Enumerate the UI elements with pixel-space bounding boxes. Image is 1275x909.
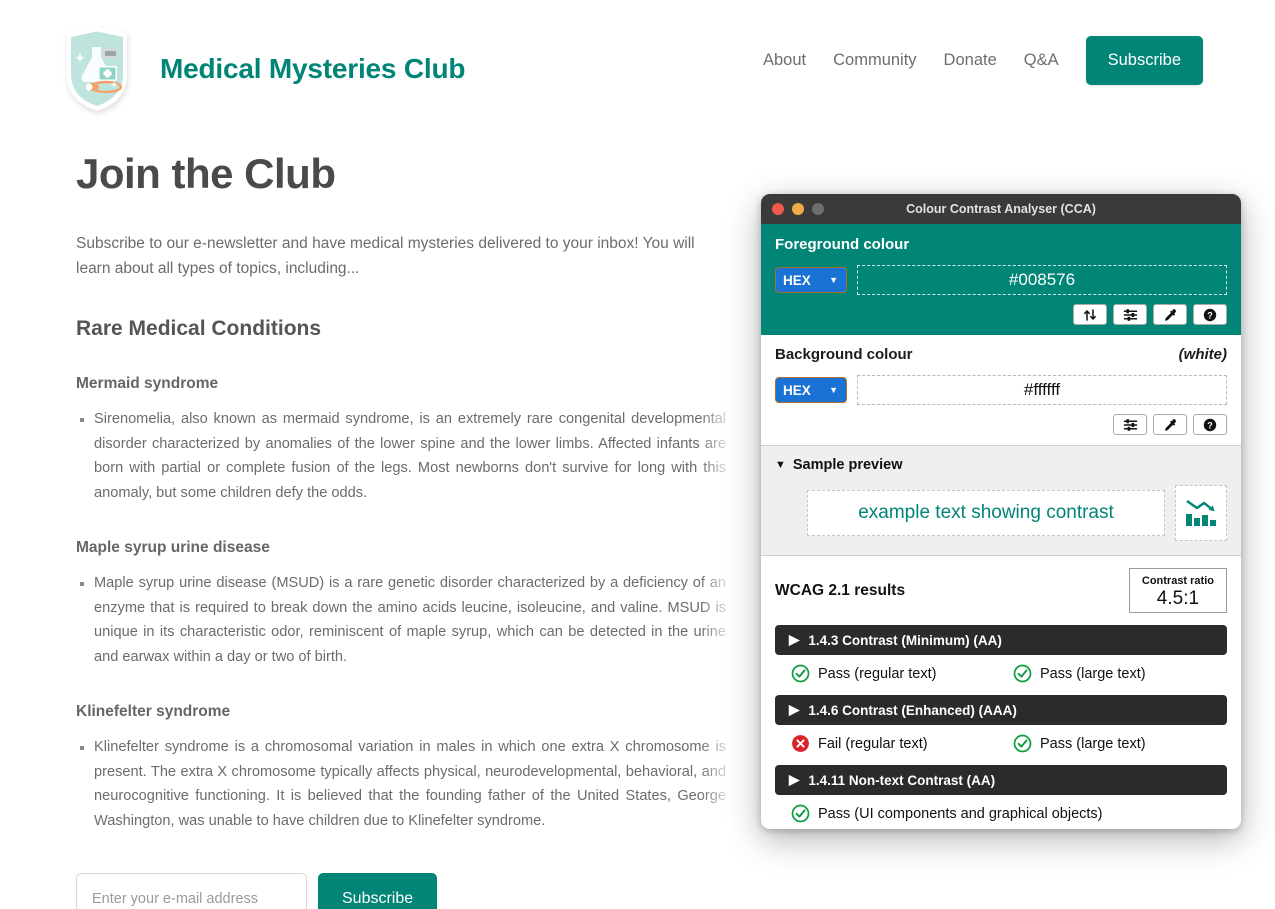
sliders-icon[interactable] [1113,414,1147,435]
medical-shield-logo-icon [62,25,132,113]
sliders-icon[interactable] [1113,304,1147,325]
triangle-down-icon: ▼ [775,459,786,471]
pass-check-icon [1013,664,1032,683]
background-label: Background colour [775,346,913,363]
result-label: Pass (large text) [1040,665,1146,682]
foreground-format-select-wrap: HEX ▼ [775,267,847,293]
background-format-select-wrap: HEX ▼ [775,377,847,403]
nav-link-about[interactable]: About [763,51,806,70]
page-lede: Subscribe to our e-newsletter and have m… [76,235,695,278]
result-label: Pass (UI components and graphical object… [818,805,1103,822]
result-label: Pass (large text) [1040,735,1146,752]
pass-check-icon [791,664,810,683]
background-panel: Background colour (white) HEX ▼ #ffffff … [761,335,1241,446]
main-nav: About Community Donate Q&A Subscribe [763,36,1203,85]
result-item: Pass (large text) [1013,664,1146,683]
nav-subscribe-button[interactable]: Subscribe [1085,36,1203,85]
sample-preview-row: example text showing contrast [807,485,1227,541]
cca-window-title: Colour Contrast Analyser (CCA) [906,202,1096,216]
triangle-right-icon: ▶ [789,702,800,717]
nav-link-qa[interactable]: Q&A [1024,51,1059,70]
cca-window[interactable]: Colour Contrast Analyser (CCA) Foregroun… [761,194,1241,829]
condition-list-msud: Maple syrup urine disease (MSUD) is a ra… [76,571,726,669]
sample-text: example text showing contrast [807,490,1165,536]
criterion-146-label: 1.4.6 Contrast (Enhanced) (AAA) [808,702,1017,718]
background-hex-input[interactable] [857,375,1227,405]
newsletter-form: Subscribe [76,873,726,909]
brand[interactable]: Medical Mysteries Club [62,25,465,113]
bar-chart-down-icon [1175,485,1227,541]
cca-titlebar[interactable]: Colour Contrast Analyser (CCA) [761,194,1241,224]
criterion-146-results: Fail (regular text) Pass (large text) [775,734,1227,753]
criterion-1411-label: 1.4.11 Non-text Contrast (AA) [808,772,996,788]
criterion-143-header[interactable]: ▶ 1.4.3 Contrast (Minimum) (AA) [775,625,1227,655]
contrast-ratio-label: Contrast ratio [1141,575,1214,587]
results-title: WCAG 2.1 results [775,581,906,599]
foreground-input-row: HEX ▼ [775,265,1227,295]
result-item: Fail (regular text) [791,734,1013,753]
help-icon[interactable]: ? [1193,414,1227,435]
background-input-row: HEX ▼ [775,375,1227,405]
list-item: Sirenomelia, also known as mermaid syndr… [94,407,726,505]
eyedropper-icon[interactable] [1153,304,1187,325]
brand-title: Medical Mysteries Club [160,53,466,84]
result-item: Pass (large text) [1013,734,1146,753]
list-item: Klinefelter syndrome is a chromosomal va… [94,735,726,833]
pass-check-icon [1013,734,1032,753]
swap-colours-icon[interactable] [1073,304,1107,325]
background-format-select[interactable]: HEX [775,377,847,403]
foreground-panel: Foreground colour HEX ▼ #008576 ? [761,224,1241,335]
result-label: Pass (regular text) [818,665,937,682]
sample-preview-disclosure[interactable]: ▼ Sample preview [775,457,1227,473]
contrast-ratio-value: 4.5:1 [1156,588,1200,609]
condition-title-mermaid: Mermaid syndrome [76,375,219,393]
page-title: Join the Club [76,150,336,197]
nav-link-donate[interactable]: Donate [944,51,997,70]
background-colour-name: (white) [1178,346,1227,363]
sample-preview-label: Sample preview [792,457,903,473]
condition-title-msud: Maple syrup urine disease [76,539,270,557]
svg-text:?: ? [1207,310,1213,320]
condition-title-klinefelter: Klinefelter syndrome [76,703,231,721]
section-title: Rare Medical Conditions [76,317,322,341]
main-content: Join the Club Subscribe to our e-newslet… [76,150,726,909]
foreground-buttons: ? [775,304,1227,325]
background-header: Background colour (white) [775,346,1227,363]
contrast-ratio-box: Contrast ratio 4.5:1 [1128,568,1227,613]
criterion-143-results: Pass (regular text) Pass (large text) [775,664,1227,683]
criterion-146-header[interactable]: ▶ 1.4.6 Contrast (Enhanced) (AAA) [775,695,1227,725]
condition-list-mermaid: Sirenomelia, also known as mermaid syndr… [76,407,726,505]
background-buttons: ? [775,414,1227,435]
subscribe-button[interactable]: Subscribe [318,873,438,909]
triangle-right-icon: ▶ [789,632,800,647]
nav-link-community[interactable]: Community [833,51,916,70]
foreground-hex-input[interactable] [857,265,1227,295]
help-icon[interactable]: ? [1193,304,1227,325]
eyedropper-icon[interactable] [1153,414,1187,435]
sample-preview-panel: ▼ Sample preview example text showing co… [761,446,1241,556]
pass-check-icon [791,804,810,823]
foreground-label: Foreground colour [775,236,910,253]
site-header: Medical Mysteries Club About Community D… [0,0,1275,122]
email-field[interactable] [76,873,307,909]
criterion-1411-results: Pass (UI components and graphical object… [775,804,1227,823]
triangle-right-icon: ▶ [789,772,800,787]
result-label: Fail (regular text) [818,735,928,752]
wcag-results-panel: WCAG 2.1 results Contrast ratio 4.5:1 ▶ … [761,556,1241,829]
criterion-1411-header[interactable]: ▶ 1.4.11 Non-text Contrast (AA) [775,765,1227,795]
foreground-format-select[interactable]: HEX [775,267,847,293]
result-item: Pass (UI components and graphical object… [791,804,1103,823]
criterion-143-label: 1.4.3 Contrast (Minimum) (AA) [808,632,1002,648]
condition-list-klinefelter: Klinefelter syndrome is a chromosomal va… [76,735,726,833]
list-item: Maple syrup urine disease (MSUD) is a ra… [94,571,726,669]
svg-text:?: ? [1207,420,1213,430]
results-header: WCAG 2.1 results Contrast ratio 4.5:1 [775,568,1227,613]
result-item: Pass (regular text) [791,664,1013,683]
fail-cross-icon [791,734,810,753]
